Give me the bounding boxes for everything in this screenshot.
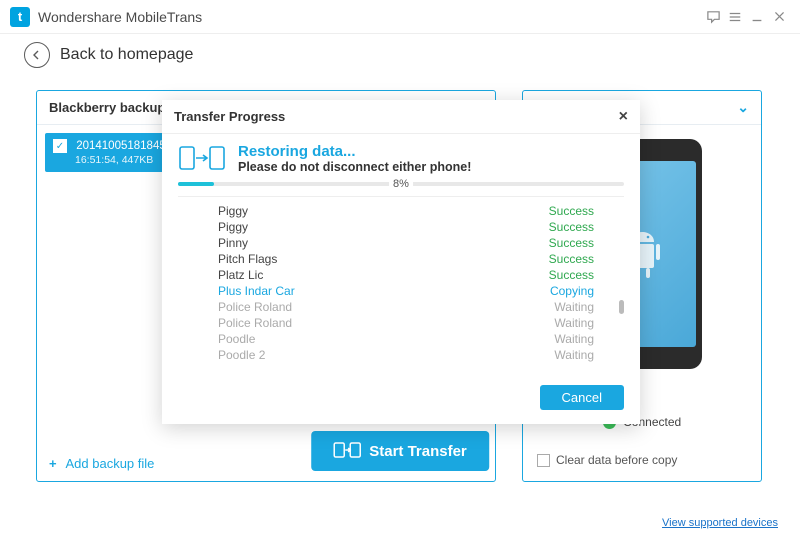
transfer-item-name: Plus Indar Car xyxy=(218,284,550,298)
transfer-item-name: Poodle 2 xyxy=(218,348,554,362)
transfer-item-status: Waiting xyxy=(554,300,594,314)
transfer-item-status: Copying xyxy=(550,284,594,298)
transfer-item-name: Pitch Flags xyxy=(218,252,549,266)
transfer-item-status: Success xyxy=(549,252,594,266)
transfer-item: Platz LicSuccess xyxy=(178,267,624,283)
transfer-item-name: Piggy xyxy=(218,204,549,218)
dialog-body: Restoring data... Please do not disconne… xyxy=(162,134,640,375)
transfer-item-name: Poodle xyxy=(218,332,554,346)
transfer-item-status: Success xyxy=(549,220,594,234)
close-icon[interactable] xyxy=(768,6,790,28)
start-transfer-label: Start Transfer xyxy=(369,443,467,460)
transfer-items-list: PiggySuccessPiggySuccessPinnySuccessPitc… xyxy=(178,196,624,363)
scrollbar-thumb[interactable] xyxy=(619,300,624,314)
titlebar: t Wondershare MobileTrans xyxy=(0,0,800,34)
view-supported-devices-link[interactable]: View supported devices xyxy=(662,517,778,529)
transfer-item-name: Piggy xyxy=(218,220,549,234)
add-backup-label: Add backup file xyxy=(66,456,155,471)
menu-icon[interactable] xyxy=(724,6,746,28)
transfer-item: PiggySuccess xyxy=(178,219,624,235)
transfer-item: PinnySuccess xyxy=(178,235,624,251)
transfer-item: Police RolandWaiting xyxy=(178,299,624,315)
transfer-item-status: Success xyxy=(549,236,594,250)
transfer-item: Plus Indar CarCopying xyxy=(178,283,624,299)
transfer-item-status: Success xyxy=(549,204,594,218)
chevron-down-icon: ⌄ xyxy=(737,99,749,116)
minimize-icon[interactable] xyxy=(746,6,768,28)
transfer-progress-dialog: Transfer Progress × Restoring data... Pl… xyxy=(162,100,640,424)
backup-name: 20141005181845 xyxy=(76,140,166,152)
add-backup-button[interactable]: + Add backup file xyxy=(49,456,154,471)
transfer-item-status: Waiting xyxy=(554,332,594,346)
transfer-item: Pitch FlagsSuccess xyxy=(178,251,624,267)
progress-fill xyxy=(178,182,214,186)
transfer-item-name: Pinny xyxy=(218,236,549,250)
app-logo: t xyxy=(10,7,30,27)
dialog-header: Transfer Progress × xyxy=(162,100,640,134)
transfer-item-name: Platz Lic xyxy=(218,268,549,282)
app-title: Wondershare MobileTrans xyxy=(38,9,202,25)
progress-percent: 8% xyxy=(389,178,413,190)
cancel-button[interactable]: Cancel xyxy=(540,385,624,410)
restoring-title: Restoring data... xyxy=(238,143,471,160)
restoring-warning: Please do not disconnect either phone! xyxy=(238,160,471,174)
transfer-icon xyxy=(333,441,361,461)
back-bar: Back to homepage xyxy=(0,34,800,76)
dialog-title: Transfer Progress xyxy=(174,109,285,124)
back-label: Back to homepage xyxy=(60,46,193,64)
transfer-item-status: Success xyxy=(549,268,594,282)
transfer-item: Poodle 2Waiting xyxy=(178,347,624,363)
feedback-icon[interactable] xyxy=(702,6,724,28)
transfer-item: PiggySuccess xyxy=(178,203,624,219)
start-transfer-button[interactable]: Start Transfer xyxy=(311,431,489,471)
transfer-item-name: Police Roland xyxy=(218,316,554,330)
clear-data-row[interactable]: Clear data before copy xyxy=(537,453,677,467)
restoring-icon xyxy=(178,142,226,174)
back-button[interactable] xyxy=(24,42,50,68)
dialog-close-icon[interactable]: × xyxy=(619,108,628,126)
transfer-item: PoodleWaiting xyxy=(178,331,624,347)
transfer-item: Police RolandWaiting xyxy=(178,315,624,331)
progress-bar: 8% xyxy=(178,182,624,186)
checkbox-checked-icon[interactable]: ✓ xyxy=(53,139,67,153)
clear-data-label: Clear data before copy xyxy=(556,453,677,467)
plus-icon: + xyxy=(49,456,57,471)
checkbox-unchecked-icon[interactable] xyxy=(537,454,550,467)
transfer-item-status: Waiting xyxy=(554,348,594,362)
transfer-item-status: Waiting xyxy=(554,316,594,330)
transfer-item-name: Police Roland xyxy=(218,300,554,314)
